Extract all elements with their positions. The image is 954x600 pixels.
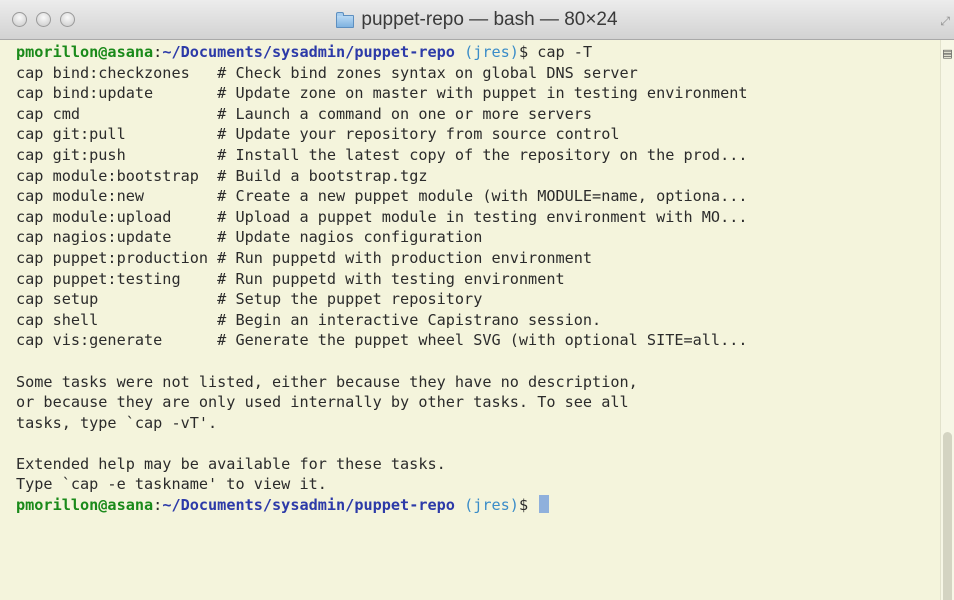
task-command: cap module:new: [16, 187, 218, 206]
notice-line: tasks, type `cap -vT'.: [16, 413, 218, 432]
task-command: cap shell: [16, 310, 218, 329]
task-command: cap puppet:testing: [16, 269, 218, 288]
task-description: # Create a new puppet module (with MODUL…: [217, 187, 748, 206]
task-command: cap module:bootstrap: [16, 166, 218, 185]
task-command: cap module:upload: [16, 207, 218, 226]
task-row: cap cmd # Launch a command on one or mor…: [16, 104, 932, 125]
task-description: # Install the latest copy of the reposit…: [217, 145, 748, 164]
task-command: cap cmd: [16, 104, 218, 123]
folder-icon: [336, 11, 355, 28]
terminal-output[interactable]: pmorillon@asana:~/Documents/sysadmin/pup…: [16, 42, 932, 600]
command-input[interactable]: [528, 496, 537, 514]
prompt-path: ~/Documents/sysadmin/puppet-repo: [162, 496, 455, 515]
command-prompt-line: pmorillon@asana:~/Documents/sysadmin/pup…: [16, 42, 932, 63]
task-description: # Generate the puppet wheel SVG (with op…: [217, 331, 748, 350]
resize-icon[interactable]: ⤢: [940, 14, 950, 29]
task-description: # Check bind zones syntax on global DNS …: [217, 63, 638, 82]
prompt-separator: :: [153, 496, 163, 515]
zoom-button[interactable]: [60, 12, 75, 27]
prompt-symbol: $: [518, 496, 529, 515]
task-command: cap git:push: [16, 145, 218, 164]
task-list: cap bind:checkzones # Check bind zones s…: [16, 63, 932, 351]
task-command: cap vis:generate: [16, 331, 218, 350]
task-row: cap module:new # Create a new puppet mod…: [16, 186, 932, 207]
scroll-thumb[interactable]: [943, 432, 952, 600]
task-command: cap puppet:production: [16, 248, 218, 267]
help-line: Extended help may be available for these…: [16, 454, 446, 473]
task-row: cap puppet:testing # Run puppetd with te…: [16, 269, 932, 290]
close-button[interactable]: [12, 12, 27, 27]
task-description: # Run puppetd with testing environment: [217, 269, 565, 288]
task-description: # Run puppetd with production environmen…: [217, 248, 593, 267]
task-row: cap shell # Begin an interactive Capistr…: [16, 310, 932, 331]
task-row: cap module:upload # Upload a puppet modu…: [16, 207, 932, 228]
task-description: # Update zone on master with puppet in t…: [217, 84, 748, 103]
title-bar[interactable]: puppet-repo — bash — 80×24 ⤢: [0, 0, 954, 40]
prompt-separator: :: [153, 43, 163, 61]
notice-line: or because they are only used internally…: [16, 393, 629, 412]
task-command: cap git:pull: [16, 125, 218, 144]
task-command: cap bind:update: [16, 84, 218, 103]
window-title: puppet-repo — bash — 80×24: [361, 9, 618, 30]
task-row: cap git:push # Install the latest copy o…: [16, 145, 932, 166]
task-command: cap bind:checkzones: [16, 63, 218, 82]
task-description: # Build a bootstrap.tgz: [217, 166, 428, 185]
scroll-marker-icon[interactable]: ▤: [942, 47, 953, 61]
text-cursor: [539, 495, 550, 514]
prompt-user-host: pmorillon@asana: [16, 43, 154, 61]
task-row: cap git:pull # Update your repository fr…: [16, 124, 932, 145]
prompt-branch: (jres): [454, 43, 519, 61]
prompt-symbol: $: [518, 43, 529, 61]
entered-command: cap -T: [528, 43, 593, 61]
task-row: cap nagios:update # Update nagios config…: [16, 227, 932, 248]
prompt-user-host: pmorillon@asana: [16, 496, 154, 515]
help-line: Type `cap -e taskname' to view it.: [16, 475, 327, 494]
task-description: # Update your repository from source con…: [217, 125, 620, 144]
task-row: cap setup # Setup the puppet repository: [16, 289, 932, 310]
prompt-branch: (jres): [454, 496, 519, 515]
task-description: # Begin an interactive Capistrano sessio…: [217, 310, 602, 329]
task-description: # Setup the puppet repository: [217, 290, 483, 309]
task-row: cap bind:checkzones # Check bind zones s…: [16, 63, 932, 84]
terminal-window: puppet-repo — bash — 80×24 ⤢ pmorillon@a…: [0, 0, 954, 600]
vertical-scrollbar[interactable]: ▤: [940, 40, 954, 600]
task-row: cap puppet:production # Run puppetd with…: [16, 248, 932, 269]
task-description: # Upload a puppet module in testing envi…: [217, 207, 748, 226]
task-description: # Launch a command on one or more server…: [217, 104, 593, 123]
task-command: cap setup: [16, 290, 218, 309]
minimize-button[interactable]: [36, 12, 51, 27]
task-row: cap bind:update # Update zone on master …: [16, 83, 932, 104]
task-row: cap vis:generate # Generate the puppet w…: [16, 330, 932, 351]
prompt-path: ~/Documents/sysadmin/puppet-repo: [162, 43, 455, 61]
notice-line: Some tasks were not listed, either becau…: [16, 372, 638, 391]
task-row: cap module:bootstrap # Build a bootstrap…: [16, 166, 932, 187]
current-prompt-line[interactable]: pmorillon@asana:~/Documents/sysadmin/pup…: [16, 495, 932, 516]
task-description: # Update nagios configuration: [217, 228, 483, 247]
task-command: cap nagios:update: [16, 228, 218, 247]
